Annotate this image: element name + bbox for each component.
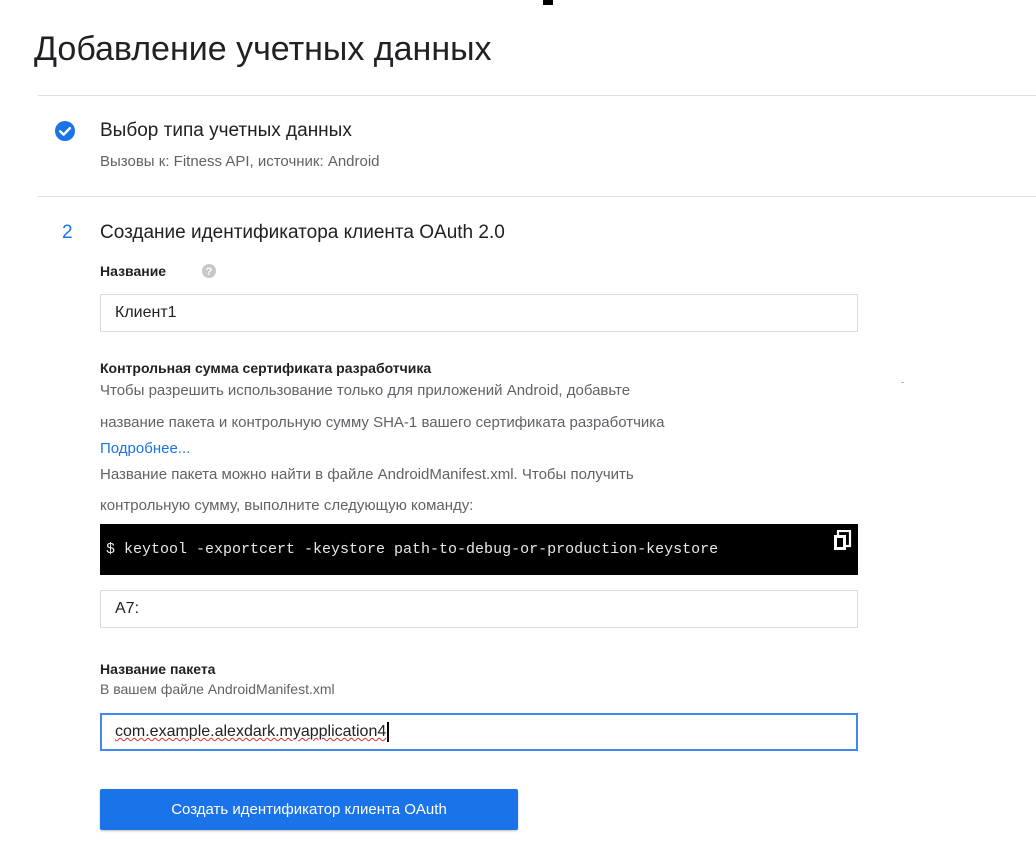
package-name-input[interactable]: com.example.alexdark.myapplication4: [100, 713, 858, 751]
divider: [38, 95, 1036, 96]
top-edge-mark: [543, 0, 553, 5]
name-label: Название: [100, 263, 167, 279]
manifest-description-line2: контрольную сумму, выполните следующую к…: [100, 497, 474, 514]
step1-subtitle: Вызовы к: Fitness API, источник: Android: [100, 153, 380, 170]
copy-icon[interactable]: [832, 530, 852, 552]
text-caret: [387, 721, 390, 742]
manifest-description-line1: Название пакета можно найти в файле Andr…: [100, 466, 634, 483]
package-hint: В вашем файле AndroidManifest.xml: [100, 681, 335, 697]
svg-text:?: ?: [206, 266, 213, 278]
name-input[interactable]: Клиент1: [100, 294, 858, 332]
divider: [901, 382, 904, 383]
help-icon[interactable]: ?: [201, 263, 217, 279]
keytool-command: $ keytool -exportcert -keystore path-to-…: [100, 524, 858, 575]
page-title: Добавление учетных данных: [34, 30, 492, 68]
step2-title: Создание идентификатора клиента OAuth 2.…: [100, 222, 505, 243]
sha1-input[interactable]: A7:: [100, 590, 858, 628]
step1-title[interactable]: Выбор типа учетных данных: [100, 120, 352, 142]
package-label: Название пакета: [100, 661, 216, 677]
cert-label: Контрольная сумма сертификата разработчи…: [100, 360, 432, 376]
learn-more-link[interactable]: Подробнее...: [100, 436, 190, 462]
create-oauth-client-button[interactable]: Создать идентификатор клиента OAuth: [100, 789, 518, 830]
check-circle-icon: [55, 121, 75, 141]
divider: [38, 196, 1036, 197]
step2-number: 2: [62, 222, 73, 243]
package-name-value: com.example.alexdark.myapplication4: [115, 723, 387, 740]
cert-description-line1: Чтобы разрешить использование только для…: [100, 382, 631, 399]
cert-description-line2: название пакета и контрольную сумму SHA-…: [100, 414, 665, 431]
